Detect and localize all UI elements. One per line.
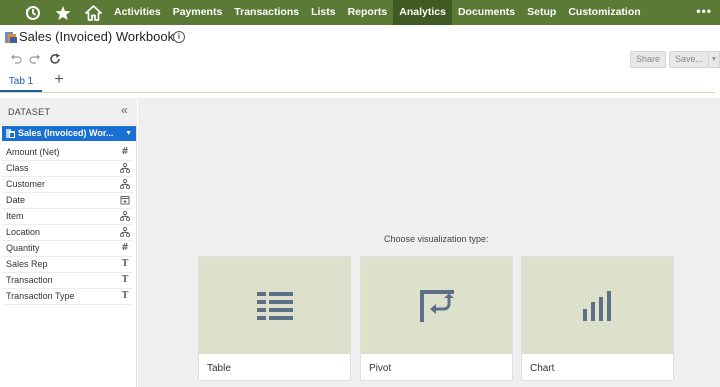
field-class[interactable]: Class <box>2 161 133 177</box>
dataset-icon <box>6 129 15 138</box>
top-nav: Activities Payments Transactions Lists R… <box>0 0 720 25</box>
hierarchy-icon <box>120 211 130 221</box>
text-type-icon: T <box>121 291 129 301</box>
field-label: Transaction <box>6 275 53 285</box>
pivot-visualization-card[interactable]: Pivot <box>360 256 513 381</box>
sidebar-title: DATASET <box>8 107 51 117</box>
tab-divider <box>0 92 715 93</box>
field-transaction[interactable]: Transaction T <box>2 273 133 289</box>
sidebar-header: DATASET « <box>0 98 137 125</box>
nav-activities[interactable]: Activities <box>108 0 167 25</box>
more-menu-icon[interactable]: ••• <box>696 0 712 25</box>
refresh-icon[interactable] <box>48 52 62 66</box>
field-label: Sales Rep <box>6 259 48 269</box>
field-sales-rep[interactable]: Sales Rep T <box>2 257 133 273</box>
star-icon[interactable] <box>48 0 78 25</box>
card-art <box>199 257 350 354</box>
add-tab-button[interactable]: + <box>52 72 66 88</box>
field-date[interactable]: Date <box>2 193 133 209</box>
card-label: Table <box>207 363 231 374</box>
field-label: Item <box>6 211 24 221</box>
hierarchy-icon <box>120 227 130 237</box>
nav-reports[interactable]: Reports <box>342 0 394 25</box>
field-label: Location <box>6 227 41 237</box>
calendar-icon <box>120 196 130 205</box>
dataset-selector[interactable]: Sales (Invoiced) Wor... ▼ <box>2 126 136 141</box>
nav-documents[interactable]: Documents <box>452 0 521 25</box>
field-location[interactable]: Location <box>2 225 133 241</box>
save-button[interactable]: Save... <box>669 51 709 68</box>
field-transaction-type[interactable]: Transaction Type T <box>2 289 133 305</box>
home-icon[interactable] <box>78 0 108 25</box>
workbook-icon <box>5 32 17 43</box>
nav-analytics[interactable]: Analytics <box>393 0 452 25</box>
field-label: Quantity <box>6 243 40 253</box>
field-label: Transaction Type <box>6 291 75 301</box>
card-label: Pivot <box>369 363 392 374</box>
field-label: Amount (Net) <box>6 147 60 157</box>
info-icon[interactable]: i <box>173 31 185 43</box>
card-art <box>361 257 512 354</box>
table-visualization-card[interactable]: Table <box>198 256 351 381</box>
field-item[interactable]: Item <box>2 209 133 225</box>
text-type-icon: T <box>121 259 129 269</box>
table-icon <box>256 291 293 320</box>
nav-customization[interactable]: Customization <box>562 0 646 25</box>
number-type-icon: # <box>121 243 129 253</box>
pivot-icon <box>419 289 454 322</box>
number-type-icon: # <box>121 147 129 157</box>
undo-icon[interactable] <box>9 52 23 66</box>
recent-records-icon[interactable] <box>18 0 48 25</box>
card-art <box>522 257 673 354</box>
bar-chart-icon <box>582 290 611 321</box>
tab-1[interactable]: Tab 1 <box>0 73 42 92</box>
dataset-sidebar: DATASET « Sales (Invoiced) Wor... ▼ Amou… <box>0 98 137 387</box>
page-title: Sales (Invoiced) Workbook <box>19 29 175 44</box>
field-label: Class <box>6 163 29 173</box>
chart-visualization-card[interactable]: Chart <box>521 256 674 381</box>
nav-setup[interactable]: Setup <box>521 0 562 25</box>
card-label: Chart <box>530 363 555 374</box>
nav-payments[interactable]: Payments <box>167 0 229 25</box>
field-label: Customer <box>6 179 46 189</box>
share-button[interactable]: Share <box>630 51 666 68</box>
chevron-down-icon: ▼ <box>125 130 132 137</box>
redo-icon[interactable] <box>28 52 42 66</box>
field-label: Date <box>6 195 26 205</box>
collapse-sidebar-icon[interactable]: « <box>121 104 128 116</box>
nav-transactions[interactable]: Transactions <box>228 0 305 25</box>
save-dropdown-button[interactable]: ▼ <box>709 51 720 68</box>
field-quantity[interactable]: Quantity # <box>2 241 133 257</box>
field-customer[interactable]: Customer <box>2 177 133 193</box>
visualization-prompt: Choose visualization type: <box>384 234 489 244</box>
hierarchy-icon <box>120 163 130 173</box>
field-amount-net[interactable]: Amount (Net) # <box>2 145 133 161</box>
nav-lists[interactable]: Lists <box>305 0 342 25</box>
text-type-icon: T <box>121 275 129 285</box>
hierarchy-icon <box>120 179 130 189</box>
dataset-name: Sales (Invoiced) Wor... <box>18 128 114 138</box>
